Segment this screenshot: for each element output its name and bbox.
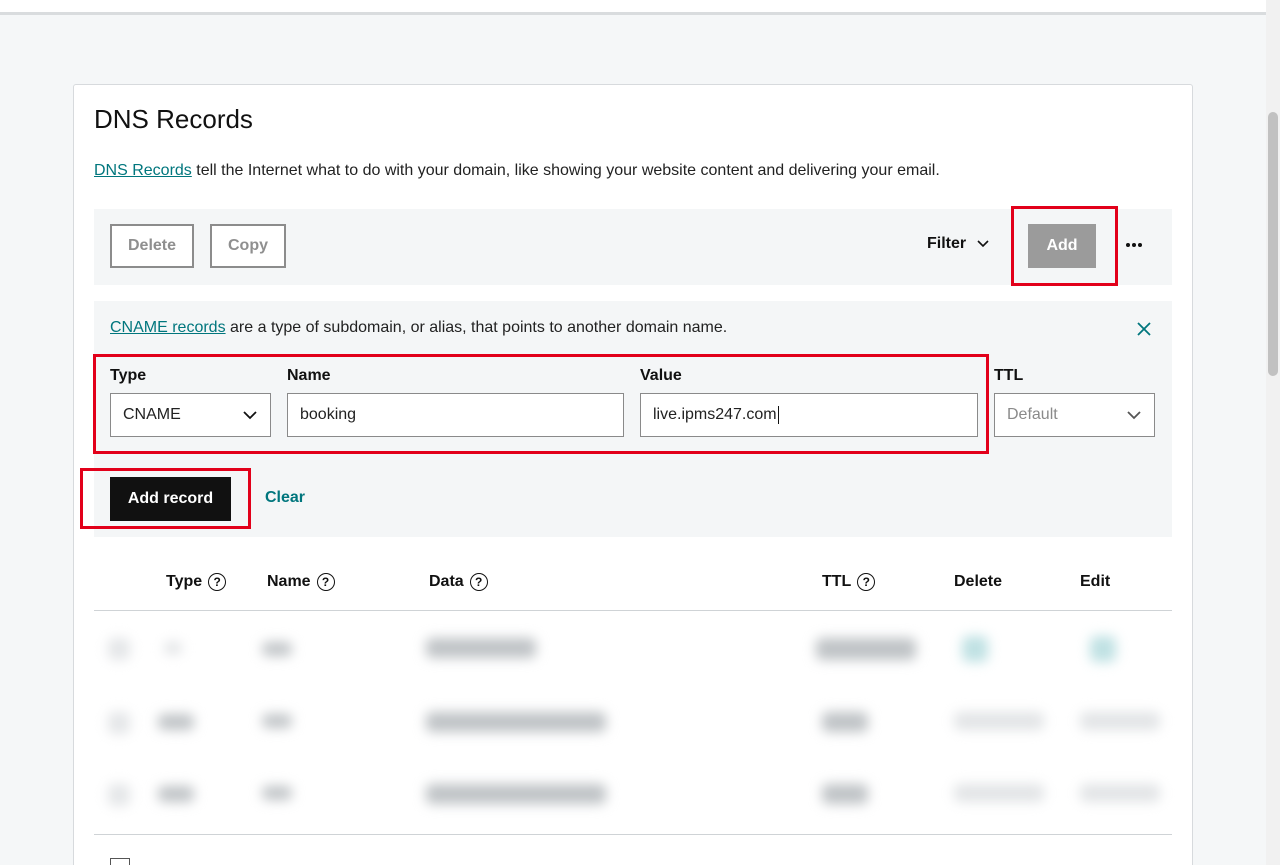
table-row-blurred <box>94 766 1172 826</box>
column-header-label: Data <box>429 573 464 590</box>
table-bottom-divider <box>94 834 1172 835</box>
add-record-button[interactable]: Add record <box>110 477 231 521</box>
add-button[interactable]: Add <box>1028 224 1096 268</box>
intro-description: tell the Internet what to do with your d… <box>191 162 940 179</box>
select-all-checkbox[interactable] <box>110 858 130 865</box>
cname-records-link[interactable]: CNAME records <box>110 319 226 336</box>
close-panel-button[interactable] <box>1134 319 1154 339</box>
column-header-data[interactable]: Data ? <box>429 573 488 591</box>
value-input-value: live.ipms247.com <box>653 406 777 423</box>
delete-button[interactable]: Delete <box>110 224 194 268</box>
ttl-select[interactable]: Default <box>994 393 1155 437</box>
ttl-select-value: Default <box>1007 406 1058 423</box>
clear-button[interactable]: Clear <box>265 489 305 507</box>
type-select[interactable]: CNAME <box>110 393 271 437</box>
help-icon[interactable]: ? <box>316 573 335 591</box>
column-header-ttl[interactable]: TTL ? <box>822 573 876 591</box>
dns-records-link[interactable]: DNS Records <box>94 162 192 179</box>
column-header-type[interactable]: Type ? <box>166 573 227 591</box>
column-header-label: Delete <box>954 573 1003 590</box>
name-input[interactable]: booking <box>287 393 624 437</box>
chevron-down-icon <box>243 411 257 420</box>
column-header-label: TTL <box>822 573 852 590</box>
ttl-label: TTL <box>994 367 1024 384</box>
table-row-blurred <box>94 694 1172 754</box>
column-header-label: Edit <box>1080 573 1111 590</box>
chevron-down-icon <box>1127 411 1141 420</box>
cname-info: CNAME records are a type of subdomain, o… <box>110 319 727 337</box>
filter-label: Filter <box>927 235 967 252</box>
ellipsis-icon <box>1126 243 1142 247</box>
column-header-label: Type <box>166 573 203 590</box>
intro-text: DNS Records tell the Internet what to do… <box>94 162 940 180</box>
more-options-button[interactable] <box>1124 235 1144 255</box>
cname-info-description: are a type of subdomain, or alias, that … <box>225 319 728 336</box>
table-header-divider <box>94 610 1172 611</box>
copy-button[interactable]: Copy <box>210 224 286 268</box>
column-header-edit: Edit <box>1080 573 1110 591</box>
browser-top-bar <box>0 0 1266 15</box>
column-header-label: Name <box>267 573 311 590</box>
table-row-blurred <box>94 620 1172 680</box>
value-input[interactable]: live.ipms247.com <box>640 393 978 437</box>
scrollbar-thumb[interactable] <box>1268 112 1278 376</box>
help-icon[interactable]: ? <box>208 573 227 591</box>
text-cursor <box>777 406 779 424</box>
help-icon[interactable]: ? <box>469 573 488 591</box>
page-title: DNS Records <box>94 104 253 134</box>
column-header-delete: Delete <box>954 573 1002 591</box>
chevron-down-icon <box>977 240 989 248</box>
value-label: Value <box>640 367 682 384</box>
type-select-value: CNAME <box>123 406 181 423</box>
help-icon[interactable]: ? <box>857 573 876 591</box>
name-input-value: booking <box>300 406 357 423</box>
name-label: Name <box>287 367 331 384</box>
type-label: Type <box>110 367 147 384</box>
filter-dropdown[interactable]: Filter <box>927 235 990 253</box>
close-icon <box>1137 322 1151 336</box>
column-header-name[interactable]: Name ? <box>267 573 335 591</box>
